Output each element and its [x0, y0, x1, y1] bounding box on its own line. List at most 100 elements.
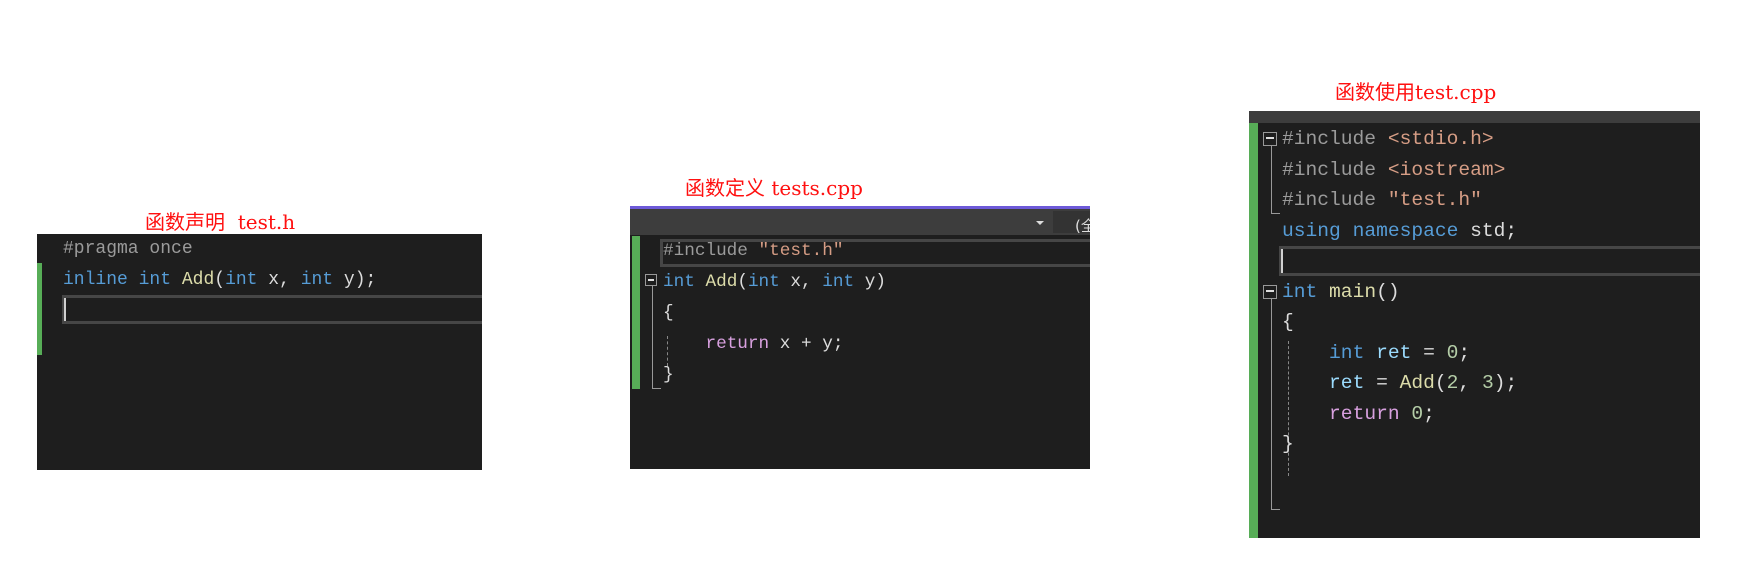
- code-line[interactable]: inline int Add(int x, int y);: [63, 271, 376, 289]
- dropdown-arrow-icon[interactable]: [1036, 221, 1044, 225]
- code-token: #include: [1282, 158, 1388, 181]
- scope-dropdown-text: (全: [1075, 217, 1090, 235]
- code-line[interactable]: #include "test.h": [1282, 189, 1482, 211]
- current-line-highlight: [1279, 246, 1700, 276]
- code-line[interactable]: #pragma once: [63, 240, 193, 258]
- code-line[interactable]: {: [1282, 311, 1294, 333]
- code-token: ,: [1458, 372, 1482, 394]
- navigation-bar: [630, 209, 1090, 235]
- code-token: (: [737, 272, 748, 292]
- code-token: using: [1282, 219, 1341, 242]
- code-token: std;: [1458, 219, 1518, 242]
- editor-test-cpp[interactable]: #include <stdio.h> #include <iostream> #in…: [1249, 111, 1700, 538]
- code-token: Add: [705, 272, 738, 292]
- fold-guide: [652, 286, 661, 389]
- text-caret: [1281, 249, 1283, 273]
- code-token: int: [1329, 341, 1365, 364]
- code-line[interactable]: #include "test.h": [663, 241, 844, 261]
- code-token: 2: [1446, 372, 1459, 394]
- code-token: <iostream>: [1387, 158, 1506, 181]
- code-token: int: [1282, 280, 1318, 303]
- code-line[interactable]: int Add(int x, int y): [663, 272, 886, 292]
- current-line-highlight: [62, 295, 482, 324]
- code-token: int: [138, 270, 172, 290]
- code-token: x,: [779, 272, 823, 292]
- code-token: }: [663, 365, 674, 385]
- code-line[interactable]: }: [663, 365, 674, 385]
- panel-title-declaration: 函数声明 test.h: [145, 210, 296, 234]
- code-token: int: [822, 272, 855, 292]
- code-token: int: [300, 270, 334, 290]
- code-line[interactable]: using namespace std;: [1282, 219, 1518, 242]
- code-token: #include: [1282, 189, 1388, 211]
- code-token: #include: [663, 241, 759, 261]
- code-token: #pragma once: [63, 239, 193, 259]
- change-bar: [37, 263, 42, 355]
- code-token: return: [1329, 402, 1400, 425]
- code-token: 0: [1411, 402, 1424, 425]
- fold-guide: [1271, 146, 1280, 214]
- code-line[interactable]: int main(): [1282, 280, 1400, 303]
- fold-guide: [1271, 299, 1280, 510]
- code-line[interactable]: #include <stdio.h>: [1282, 128, 1494, 150]
- code-token: "test.h": [758, 241, 844, 261]
- collapse-icon[interactable]: [1263, 285, 1277, 299]
- code-token: main: [1329, 280, 1377, 303]
- code-token: (: [1434, 372, 1447, 394]
- code-token: int: [747, 272, 780, 292]
- code-token: =: [1364, 372, 1400, 394]
- code-token: y): [854, 272, 886, 292]
- code-line[interactable]: return 0;: [1282, 402, 1435, 425]
- code-token: int: [663, 272, 695, 292]
- panel-title-usage: 函数使用test.cpp: [1335, 80, 1497, 104]
- code-token: namespace: [1352, 219, 1459, 242]
- code-token: (): [1376, 280, 1400, 303]
- code-line[interactable]: }: [1282, 433, 1294, 455]
- code-token: x + y;: [769, 334, 844, 354]
- code-token: ret: [1376, 341, 1412, 364]
- collapse-icon[interactable]: [1263, 132, 1277, 146]
- code-line[interactable]: return x + y;: [663, 334, 844, 354]
- code-token: ;: [1423, 402, 1435, 425]
- code-token: ret: [1329, 372, 1365, 394]
- code-line[interactable]: int ret = 0;: [1282, 341, 1471, 364]
- code-token: x,: [257, 270, 301, 290]
- change-bar: [632, 236, 640, 389]
- top-bar: [1249, 111, 1700, 123]
- panel-title-definition: 函数定义 tests.cpp: [685, 176, 863, 200]
- collapse-icon[interactable]: [645, 274, 657, 286]
- text-caret: [64, 298, 66, 321]
- code-token: Add: [181, 270, 215, 290]
- code-token: );: [1493, 372, 1518, 394]
- code-token: #include: [1282, 128, 1388, 150]
- code-token: "test.h": [1387, 189, 1482, 211]
- editor-test-h[interactable]: #pragma once inline int Add(int x, int y)…: [37, 234, 482, 470]
- code-token: }: [1282, 433, 1294, 455]
- code-line[interactable]: #include <iostream>: [1282, 158, 1506, 181]
- code-token: Add: [1399, 372, 1435, 394]
- code-line[interactable]: ret = Add(2, 3);: [1282, 372, 1518, 394]
- code-token: (: [214, 270, 226, 290]
- code-line[interactable]: {: [663, 303, 674, 323]
- code-token: return: [705, 334, 770, 354]
- code-token: int: [225, 270, 258, 290]
- code-token: <stdio.h>: [1387, 128, 1494, 150]
- code-token: inline: [63, 270, 128, 290]
- code-token: {: [1282, 311, 1294, 333]
- code-token: y);: [333, 270, 377, 290]
- code-token: {: [663, 303, 674, 323]
- code-token: ;: [1458, 341, 1471, 364]
- code-token: 3: [1481, 372, 1494, 394]
- code-token: 0: [1446, 341, 1459, 364]
- change-bar: [1249, 123, 1258, 538]
- editor-tests-cpp[interactable]: (全 #include "test.h" int Add(int x, int y…: [630, 206, 1090, 469]
